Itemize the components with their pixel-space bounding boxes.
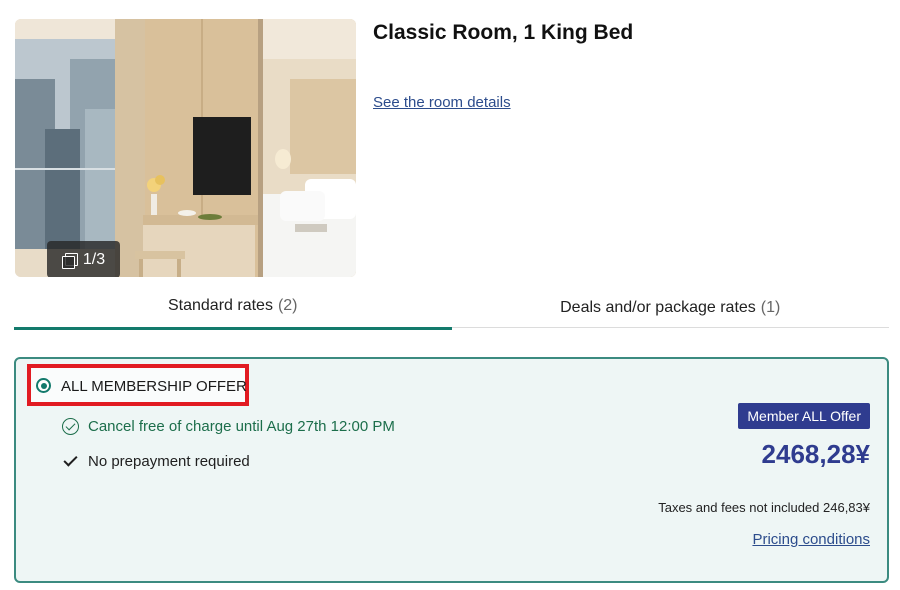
rate-tabs: Standard rates (2) Deals and/or package … xyxy=(14,284,890,330)
tab-standard-rates-count: (2) xyxy=(277,297,298,314)
room-title: Classic Room, 1 King Bed xyxy=(373,21,634,44)
condition-prepayment-text: No prepayment required xyxy=(88,453,250,470)
gallery-icon xyxy=(61,252,78,269)
condition-cancel-text: Cancel free of charge until Aug 27th 12:… xyxy=(88,418,395,435)
taxes-note: Taxes and fees not included 246,83¥ xyxy=(658,500,870,515)
rate-card[interactable]: ALL MEMBERSHIP OFFER Cancel free of char… xyxy=(14,357,889,583)
offer-name: ALL MEMBERSHIP OFFER xyxy=(61,378,247,395)
tab-deals-label: Deals and/or package rates xyxy=(560,299,756,316)
offer-radio[interactable] xyxy=(36,378,51,393)
photo-counter[interactable]: 1/3 xyxy=(47,241,120,277)
tab-deals-package-rates[interactable]: Deals and/or package rates (1) xyxy=(452,284,890,328)
check-icon xyxy=(62,453,79,470)
condition-cancel: Cancel free of charge until Aug 27th 12:… xyxy=(62,418,395,435)
condition-prepayment: No prepayment required xyxy=(62,453,250,470)
room-details-link[interactable]: See the room details xyxy=(373,94,511,111)
member-offer-badge: Member ALL Offer xyxy=(738,403,870,429)
rate-price: 2468,28¥ xyxy=(761,439,870,469)
tab-standard-rates-label: Standard rates xyxy=(167,297,273,314)
tab-deals-count: (1) xyxy=(760,299,781,316)
photo-counter-label: 1/3 xyxy=(82,250,106,268)
room-photo-image xyxy=(15,19,356,277)
room-photo[interactable]: 1/3 xyxy=(15,19,356,277)
circle-check-icon xyxy=(62,418,79,435)
pricing-conditions-link[interactable]: Pricing conditions xyxy=(752,531,870,548)
tab-standard-rates[interactable]: Standard rates (2) xyxy=(14,284,452,330)
